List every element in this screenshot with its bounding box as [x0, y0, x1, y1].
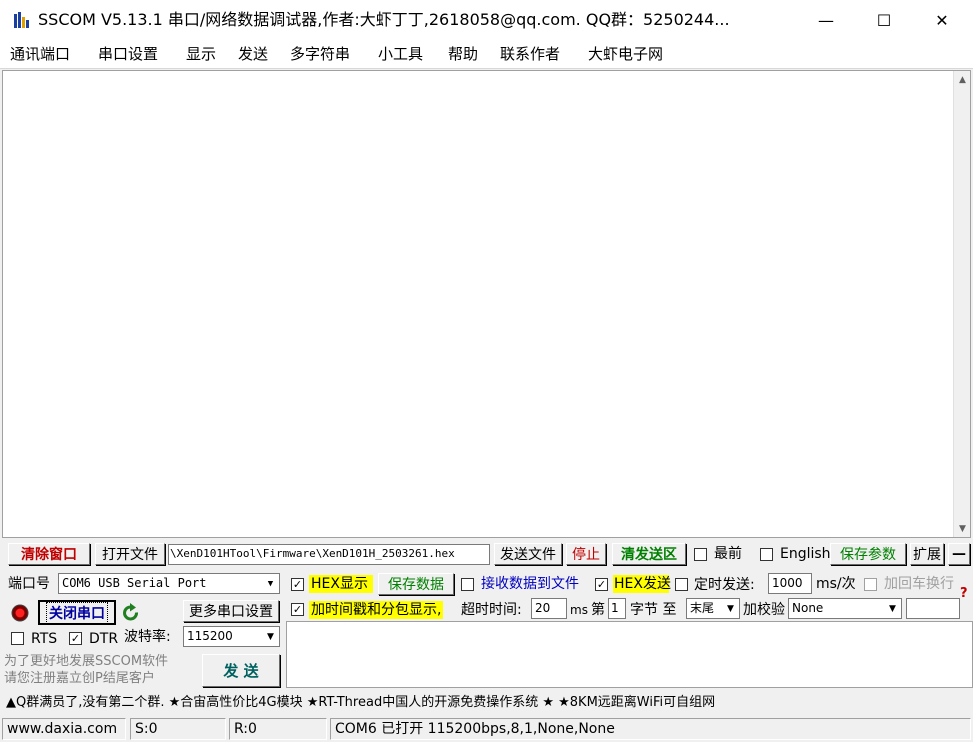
timeout-label: 超时时间: — [461, 602, 522, 618]
english-label: English — [780, 546, 831, 562]
timed-send-checkbox[interactable] — [675, 578, 688, 591]
promo-line-2: 请您注册嘉立创P结尾客户 — [4, 671, 155, 686]
clear-send-area-button[interactable]: 清发送区 — [612, 543, 686, 565]
clear-window-button[interactable]: 清除窗口 — [8, 543, 90, 565]
menu-comm-port[interactable]: 通讯端口 — [10, 45, 70, 64]
help-icon[interactable]: ? — [960, 585, 968, 603]
checksum-select[interactable]: None ▼ — [788, 598, 902, 619]
app-logo-icon — [14, 12, 29, 28]
chevron-down-icon[interactable]: ▼ — [884, 599, 901, 618]
baud-rate-label: 波特率: — [124, 629, 171, 645]
menu-tools[interactable]: 小工具 — [378, 45, 423, 64]
scroll-down-icon[interactable]: ▼ — [954, 520, 971, 537]
close-port-label: 关闭串口 — [46, 601, 108, 624]
hex-send-checkbox[interactable]: ✓ — [595, 578, 608, 591]
menu-serial-settings[interactable]: 串口设置 — [98, 45, 158, 64]
english-checkbox[interactable] — [760, 548, 773, 561]
send-button[interactable]: 发 送 — [202, 654, 280, 687]
menu-contact-author[interactable]: 联系作者 — [500, 45, 560, 64]
stop-button[interactable]: 停止 — [566, 543, 606, 565]
rts-checkbox[interactable] — [11, 632, 24, 645]
chevron-down-icon[interactable]: ▼ — [722, 599, 739, 618]
checksum-label: 加校验 — [743, 602, 785, 618]
hex-display-label: HEX显示 — [309, 575, 373, 593]
timestamp-label: 加时间戳和分包显示, — [309, 601, 444, 619]
byte-suffix-label: 字节 至 — [630, 602, 677, 618]
end-position-select[interactable]: 末尾 ▼ — [686, 598, 740, 619]
topmost-label: 最前 — [714, 546, 742, 562]
open-file-button[interactable]: 打开文件 — [95, 543, 165, 565]
add-crlf-checkbox[interactable] — [864, 578, 877, 591]
interval-input[interactable]: 1000 — [768, 573, 812, 594]
baud-rate-select[interactable]: 115200 ▼ — [183, 626, 280, 647]
byte-prefix-label: 第 — [591, 602, 605, 618]
port-label: 端口号 — [8, 576, 50, 592]
interval-unit: ms/次 — [816, 576, 856, 592]
chevron-down-icon[interactable]: ▼ — [262, 627, 279, 646]
recv-to-file-label: 接收数据到文件 — [481, 576, 579, 592]
save-data-button[interactable]: 保存数据 — [378, 573, 454, 595]
maximize-button[interactable]: ☐ — [855, 0, 913, 40]
more-serial-settings-button[interactable]: 更多串口设置 — [183, 600, 279, 622]
baud-rate-value: 115200 — [187, 629, 233, 643]
timeout-unit: ms — [570, 603, 588, 617]
refresh-icon[interactable] — [121, 603, 141, 623]
topmost-checkbox[interactable] — [694, 548, 707, 561]
port-status-light-icon — [11, 604, 29, 622]
save-params-button[interactable]: 保存参数 — [830, 543, 906, 565]
menu-help[interactable]: 帮助 — [448, 45, 478, 64]
hex-display-checkbox[interactable]: ✓ — [291, 578, 304, 591]
port-select-value: COM6 USB Serial Port — [62, 576, 207, 590]
recv-to-file-checkbox[interactable] — [461, 578, 474, 591]
hex-send-label: HEX发送 — [613, 575, 671, 593]
collapse-button[interactable]: — — [948, 543, 970, 565]
timestamp-checkbox[interactable]: ✓ — [291, 603, 304, 616]
receive-scrollbar[interactable]: ▲ ▼ — [953, 71, 970, 537]
minimize-button[interactable]: — — [797, 0, 855, 40]
timeout-input[interactable]: 20 — [531, 598, 567, 619]
promo-bar[interactable]: ▲Q群满员了,没有第二个群. ★合宙高性价比4G模块 ★RT-Thread中国人… — [0, 691, 973, 715]
timed-send-label: 定时发送: — [694, 577, 755, 593]
send-text-area[interactable] — [286, 621, 973, 688]
close-button[interactable]: ✕ — [913, 0, 971, 40]
file-path-field[interactable]: \XenD101HTool\Firmware\XenD101H_2503261.… — [168, 544, 490, 565]
checksum-value: None — [792, 601, 824, 615]
menu-daxia-web[interactable]: 大虾电子网 — [588, 45, 663, 64]
status-sent-count: S:0 — [130, 718, 226, 740]
end-position-value: 末尾 — [690, 601, 715, 615]
byte-start-input[interactable]: 1 — [608, 598, 626, 619]
scroll-up-icon[interactable]: ▲ — [954, 71, 971, 88]
app-window: SSCOM V5.13.1 串口/网络数据调试器,作者:大虾丁丁,2618058… — [0, 0, 973, 742]
port-select[interactable]: COM6 USB Serial Port ▼ — [58, 573, 280, 594]
rts-label: RTS — [31, 631, 58, 647]
window-title: SSCOM V5.13.1 串口/网络数据调试器,作者:大虾丁丁,2618058… — [38, 10, 730, 29]
chevron-down-icon[interactable]: ▼ — [262, 574, 279, 593]
status-bar: www.daxia.com S:0 R:0 COM6 已打开 115200bps… — [0, 716, 973, 742]
status-site[interactable]: www.daxia.com — [2, 718, 126, 740]
menu-send[interactable]: 发送 — [238, 45, 268, 64]
receive-text-area[interactable]: ▲ ▼ — [2, 70, 971, 538]
menu-multi-string[interactable]: 多字符串 — [290, 45, 350, 64]
close-port-button[interactable]: 关闭串口 — [38, 600, 116, 625]
menu-display[interactable]: 显示 — [186, 45, 216, 64]
title-bar: SSCOM V5.13.1 串口/网络数据调试器,作者:大虾丁丁,2618058… — [0, 0, 973, 40]
extra-input[interactable] — [906, 598, 960, 619]
status-received-count: R:0 — [229, 718, 327, 740]
status-port-info: COM6 已打开 115200bps,8,1,None,None — [330, 718, 971, 740]
dtr-checkbox[interactable]: ✓ — [69, 632, 82, 645]
expand-button[interactable]: 扩展 — [910, 543, 944, 565]
promo-line-1: 为了更好地发展SSCOM软件 — [4, 654, 169, 669]
menu-bar: 通讯端口 串口设置 显示 发送 多字符串 小工具 帮助 联系作者 大虾电子网 — [0, 40, 973, 69]
dtr-label: DTR — [89, 631, 119, 647]
send-file-button[interactable]: 发送文件 — [494, 543, 562, 565]
